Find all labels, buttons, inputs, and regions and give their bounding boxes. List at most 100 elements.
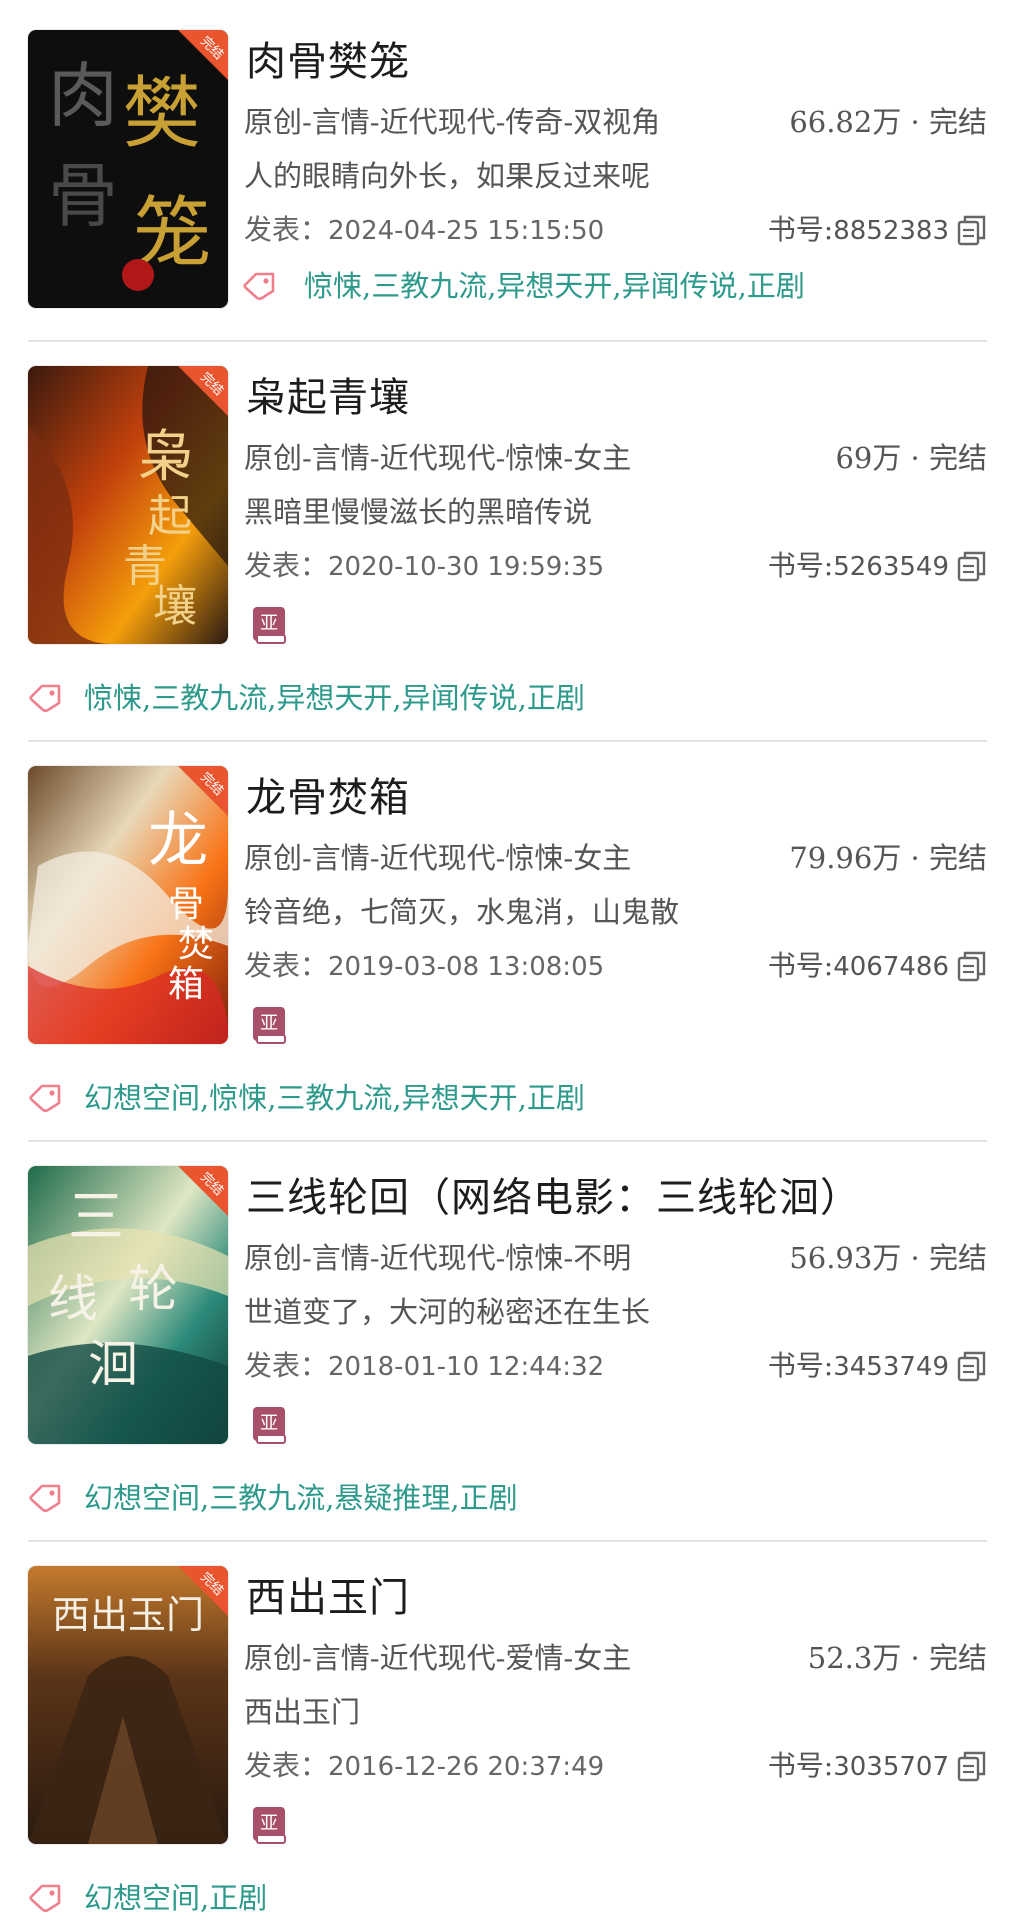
copy-icon[interactable]: [957, 1750, 987, 1782]
book-category: 原创-言情-近代现代-爱情-女主: [244, 1641, 632, 1675]
book-category: 原创-言情-近代现代-惊悚-女主: [244, 841, 632, 875]
tag-list[interactable]: 幻想空间,三教九流,悬疑推理,正剧: [28, 1478, 518, 1518]
book-id: 书号:3035707: [768, 1746, 949, 1787]
tag-list[interactable]: 幻想空间,正剧: [28, 1878, 267, 1918]
publish-value: 2020-10-30 19:59:35: [328, 552, 605, 582]
tag-icon: [28, 683, 62, 713]
publish-label: 发表：: [244, 1749, 329, 1782]
publish-label: 发表：: [244, 1349, 329, 1382]
finished-ribbon: 完结: [178, 30, 228, 80]
book-id-value: 3453749: [833, 1352, 949, 1382]
book-id-label: 书号:: [767, 213, 834, 246]
svg-text:龙: 龙: [148, 806, 208, 876]
publish-date: 发表：2016-12-26 20:37:49: [244, 1746, 604, 1787]
publish-date: 发表：2020-10-30 19:59:35: [244, 546, 604, 587]
publish-value: 2024-04-25 15:15:50: [328, 216, 605, 246]
svg-text:洄: 洄: [88, 1335, 138, 1393]
book-id-label: 书号:: [767, 549, 834, 582]
book-cover[interactable]: 三 线 轮 洄 完结: [28, 1166, 228, 1444]
svg-text:起: 起: [148, 491, 192, 542]
copy-icon[interactable]: [957, 550, 987, 582]
tag-text[interactable]: 幻想空间,三教九流,悬疑推理,正剧: [84, 1478, 518, 1518]
finished-ribbon: 完结: [178, 1166, 228, 1216]
svg-text:枭: 枭: [138, 425, 194, 490]
tag-text[interactable]: 惊悚,三教九流,异想天开,异闻传说,正剧: [84, 678, 585, 718]
tag-text[interactable]: 惊悚,三教九流,异想天开,异闻传说,正剧: [304, 266, 805, 306]
publish-label: 发表：: [244, 949, 329, 982]
book-category: 原创-言情-近代现代-传奇-双视角: [244, 105, 661, 139]
svg-text:肉: 肉: [48, 55, 118, 137]
book-summary: 人的眼睛向外长，如果反过来呢: [244, 159, 651, 193]
book-cover[interactable]: 肉 骨 樊 笼 完结: [28, 30, 228, 308]
publish-label: 发表：: [244, 213, 329, 246]
tag-icon: [28, 1083, 62, 1113]
copy-icon[interactable]: [957, 950, 987, 982]
svg-text:亚: 亚: [260, 1013, 278, 1034]
book-id: 书号:4067486: [768, 946, 949, 987]
tag-icon: [28, 1483, 62, 1513]
book-id-value: 3035707: [833, 1752, 949, 1782]
book-badge-icon: 亚: [252, 606, 286, 644]
divider: [28, 340, 987, 342]
tag-list[interactable]: 幻想空间,惊悚,三教九流,异想天开,正剧: [28, 1078, 585, 1118]
divider: [28, 740, 987, 742]
book-id-label: 书号:: [767, 1349, 834, 1382]
book-stat: 66.82万 · 完结: [789, 105, 987, 139]
book-id: 书号:5263549: [768, 546, 949, 587]
publish-date: 发表：2019-03-08 13:08:05: [244, 946, 604, 987]
divider: [28, 1540, 987, 1542]
svg-text:骨: 骨: [48, 155, 118, 237]
copy-icon[interactable]: [957, 1350, 987, 1382]
book-category: 原创-言情-近代现代-惊悚-不明: [244, 1241, 632, 1275]
finished-ribbon: 完结: [178, 366, 228, 416]
tag-icon: [28, 1883, 62, 1913]
book-title[interactable]: 三线轮回（网络电影：三线轮洄）: [246, 1172, 861, 1224]
svg-text:轮: 轮: [128, 1260, 178, 1318]
book-stat: 52.3万 · 完结: [807, 1641, 987, 1675]
publish-value: 2019-03-08 13:08:05: [328, 952, 605, 982]
tag-icon: [242, 271, 276, 301]
book-id: 书号:3453749: [768, 1346, 949, 1387]
finished-ribbon: 完结: [178, 766, 228, 816]
publish-date: 发表：2018-01-10 12:44:32: [244, 1346, 604, 1387]
book-cover[interactable]: 龙 骨 焚 箱 完结: [28, 766, 228, 1044]
book-cover[interactable]: 西出玉门 完结: [28, 1566, 228, 1844]
book-id-label: 书号:: [767, 949, 834, 982]
book-cover[interactable]: 枭 起 青 壤 完结: [28, 366, 228, 644]
publish-value: 2018-01-10 12:44:32: [328, 1352, 605, 1382]
tag-list[interactable]: 惊悚,三教九流,异想天开,异闻传说,正剧: [242, 266, 805, 306]
book-badge-icon: 亚: [252, 1806, 286, 1844]
svg-text:骨: 骨: [168, 884, 204, 925]
publish-value: 2016-12-26 20:37:49: [328, 1752, 605, 1782]
book-id-value: 8852383: [833, 216, 949, 246]
divider: [28, 1140, 987, 1142]
book-summary: 西出玉门: [244, 1695, 361, 1729]
book-title[interactable]: 西出玉门: [246, 1572, 410, 1624]
book-stat: 56.93万 · 完结: [789, 1241, 987, 1275]
svg-text:箱: 箱: [168, 964, 204, 1005]
book-summary: 铃音绝，七简灭，水鬼消，山鬼散: [244, 895, 680, 929]
svg-text:亚: 亚: [260, 1813, 278, 1834]
book-title[interactable]: 枭起青壤: [246, 372, 410, 424]
tag-text[interactable]: 幻想空间,惊悚,三教九流,异想天开,正剧: [84, 1078, 585, 1118]
svg-text:亚: 亚: [260, 1413, 278, 1434]
tag-list[interactable]: 惊悚,三教九流,异想天开,异闻传说,正剧: [28, 678, 585, 718]
book-title[interactable]: 肉骨樊笼: [246, 36, 410, 88]
publish-label: 发表：: [244, 549, 329, 582]
book-title[interactable]: 龙骨焚箱: [246, 772, 410, 824]
book-badge-icon: 亚: [252, 1406, 286, 1444]
book-category: 原创-言情-近代现代-惊悚-女主: [244, 441, 632, 475]
svg-text:线: 线: [48, 1270, 98, 1328]
copy-icon[interactable]: [957, 214, 987, 246]
svg-text:壤: 壤: [153, 581, 197, 632]
tag-text[interactable]: 幻想空间,正剧: [84, 1878, 267, 1918]
svg-text:焚: 焚: [178, 924, 214, 965]
book-id: 书号:8852383: [768, 210, 949, 251]
svg-text:亚: 亚: [260, 613, 278, 634]
finished-ribbon: 完结: [178, 1566, 228, 1616]
book-summary: 黑暗里慢慢滋长的黑暗传说: [244, 495, 593, 529]
book-badge-icon: 亚: [252, 1006, 286, 1044]
book-stat: 79.96万 · 完结: [789, 841, 987, 875]
book-id-value: 4067486: [833, 952, 949, 982]
book-id-label: 书号:: [767, 1749, 834, 1782]
